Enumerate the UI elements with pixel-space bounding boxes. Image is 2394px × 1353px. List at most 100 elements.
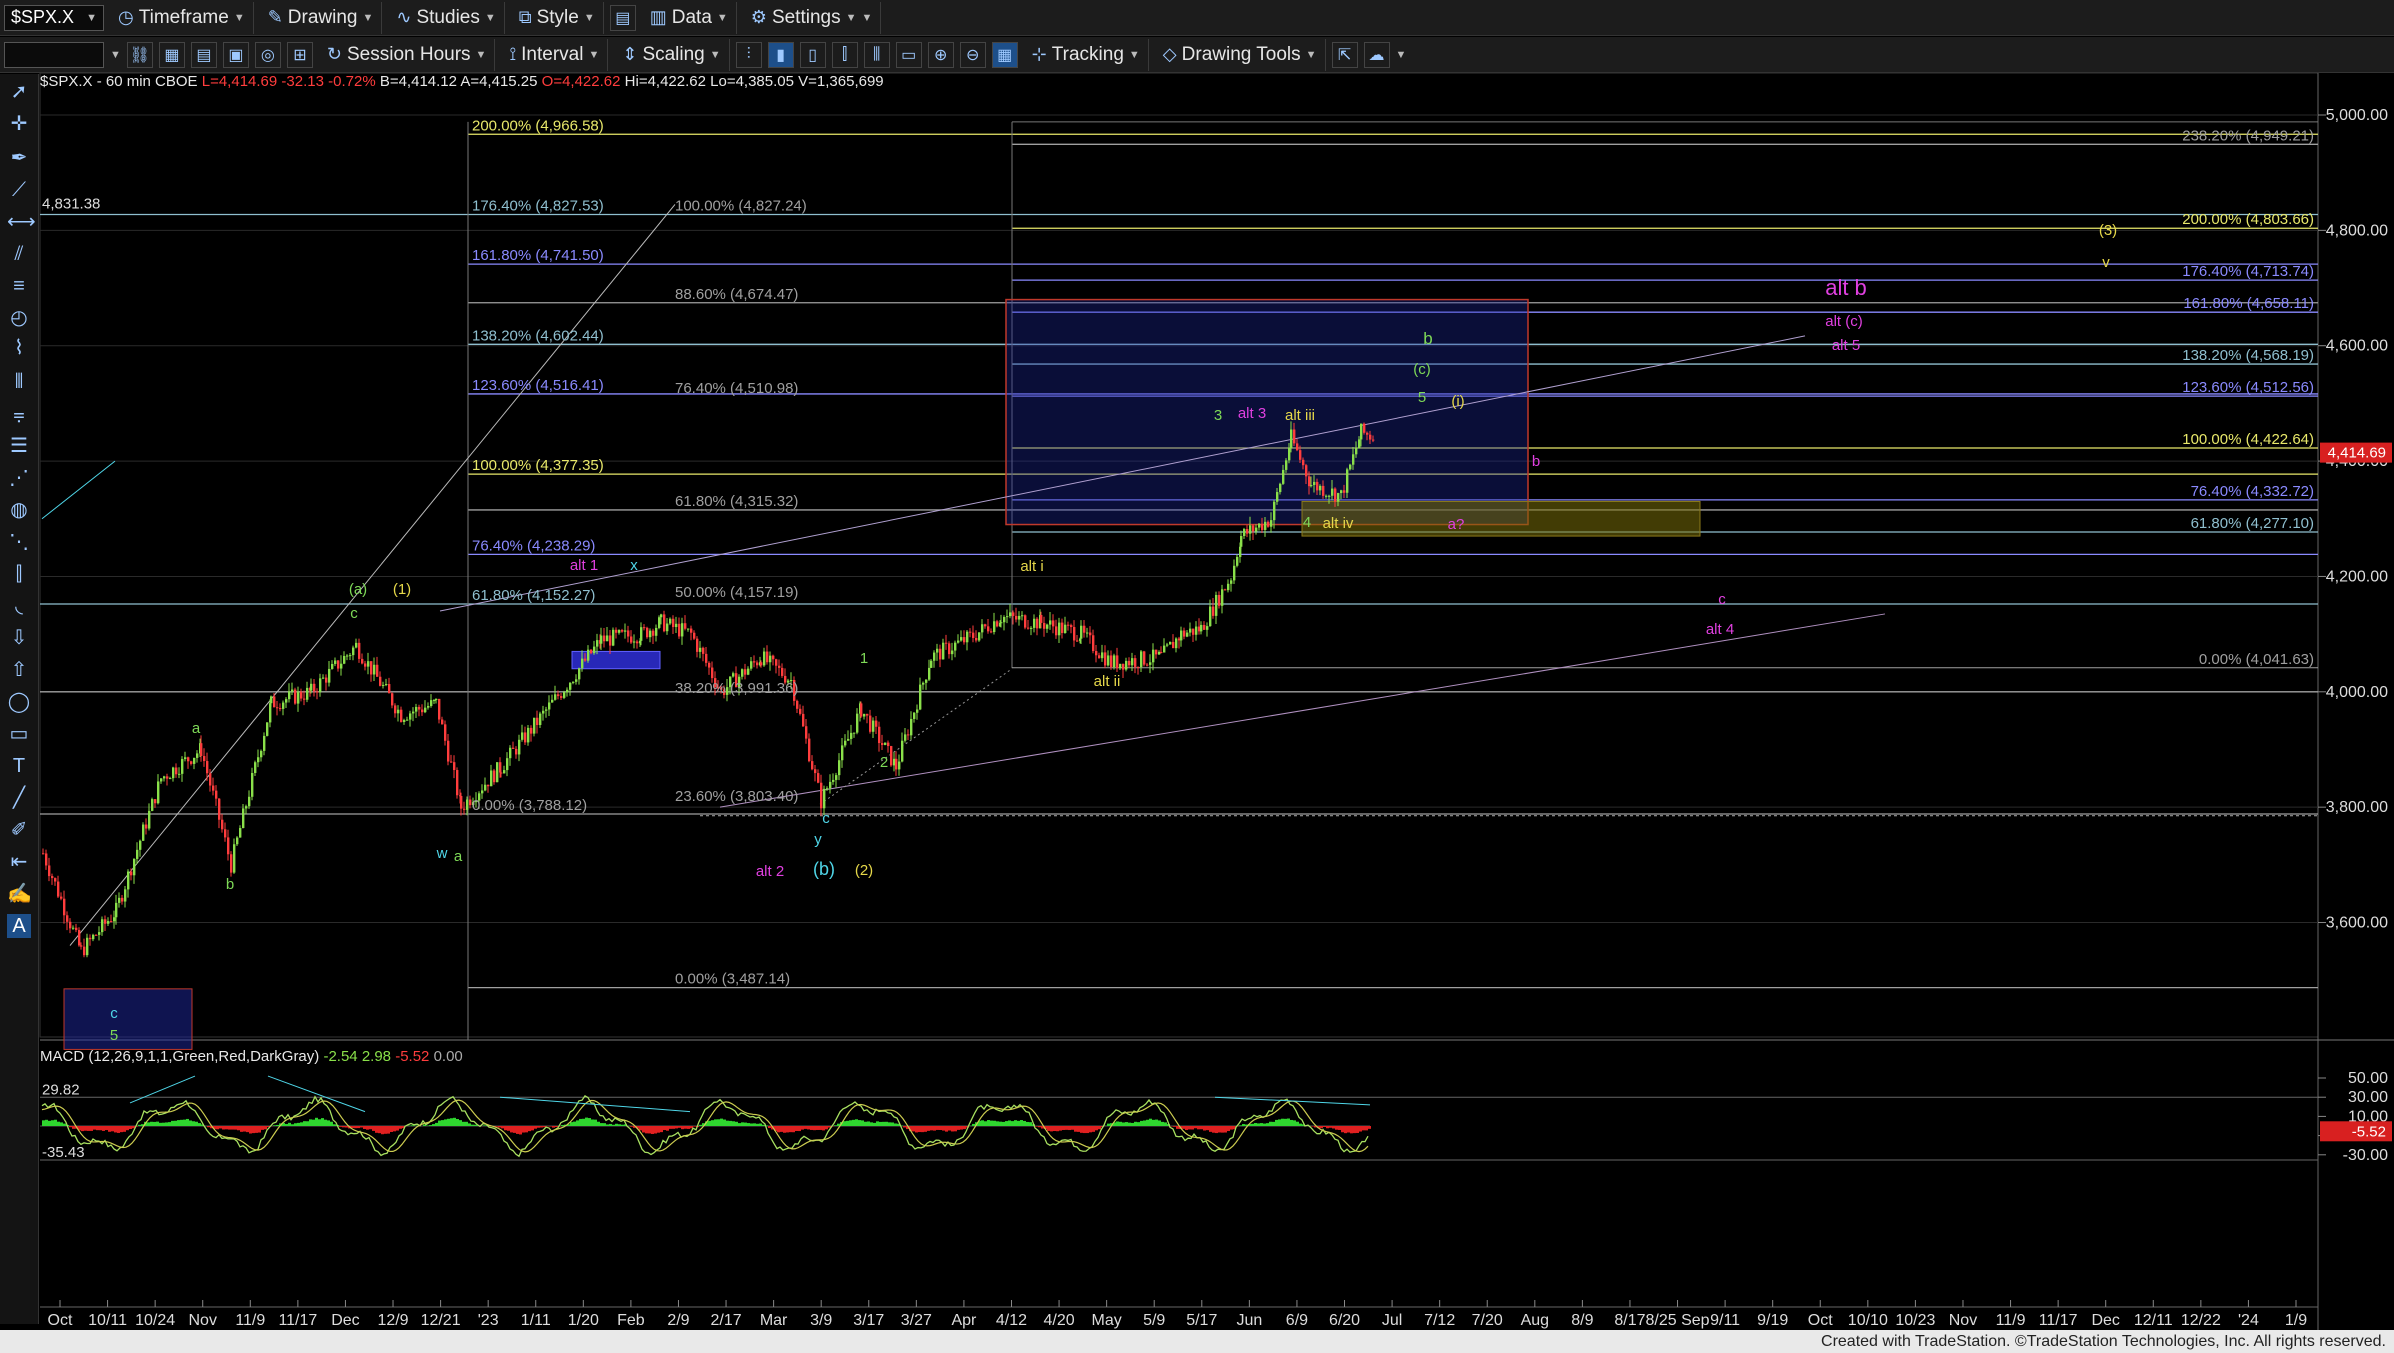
candle-body [424, 707, 427, 713]
macd-histogram-bar [621, 1124, 624, 1126]
macd-histogram-bar [1176, 1126, 1179, 1129]
candle-body [572, 681, 575, 683]
candle-body [512, 747, 515, 749]
candle-body [1180, 630, 1183, 641]
fib-label: 200.00% (4,966.58) [472, 117, 604, 134]
macd-histogram-bar [1035, 1126, 1038, 1127]
macd-histogram-bar [810, 1126, 813, 1130]
candle-body [506, 758, 509, 771]
time-axis[interactable]: Oct 10/11 10/24 Nov 11/9 11/17 Dec 12/9 12/21 '23… [48, 1300, 2308, 1329]
macd-histogram-bar [792, 1126, 795, 1133]
high-low-volume: Hi=4,422.62 Lo=4,385.05 V=1,365,699 [624, 73, 884, 90]
wave-label: 5 [110, 1027, 118, 1044]
time-tick-label: 11/17 [278, 1312, 317, 1329]
price-chart[interactable]: 200.00% (4,966.58) 176.40% (4,827.53) 100.… [0, 0, 2394, 1330]
candle-body [175, 767, 178, 775]
macd-histogram-bar [309, 1119, 312, 1126]
macd-histogram-bar [525, 1126, 528, 1133]
candle-body [133, 858, 136, 876]
time-tick-label: 8/9 [1571, 1312, 1593, 1329]
candle-body [441, 719, 444, 725]
macd-histogram-bar [183, 1119, 186, 1126]
candle-body [981, 624, 984, 633]
macd-histogram-bar [447, 1118, 450, 1126]
candle-body [1166, 644, 1169, 646]
candle-body [1215, 594, 1218, 616]
candle-body [303, 698, 306, 700]
macd-histogram-bar [669, 1126, 672, 1129]
price-axis[interactable]: 5,000.004,800.004,600.004,400.004,200.00… [2318, 107, 2388, 932]
macd-histogram-bar [1182, 1126, 1185, 1129]
macd-histogram-bar [738, 1123, 741, 1126]
macd-histogram-bar [957, 1126, 960, 1130]
time-tick-label: 10/11 [88, 1312, 127, 1329]
candle-body [358, 642, 361, 659]
macd-histogram-bar [81, 1126, 84, 1132]
candle-body [1305, 465, 1308, 477]
candle-body [1279, 483, 1282, 493]
macd-histogram-bar [255, 1126, 258, 1133]
candle-body [270, 696, 273, 704]
macd-histogram-bar [612, 1124, 615, 1126]
macd-histogram-bar [1203, 1126, 1206, 1131]
candle-body [860, 703, 863, 717]
fib-label: 123.60% (4,512.56) [2182, 379, 2314, 396]
candle-body [850, 732, 853, 739]
macd-histogram-bar [297, 1122, 300, 1126]
macd-histogram-bar [1272, 1121, 1275, 1126]
candle-body [1012, 612, 1015, 616]
macd-histogram-bar [393, 1126, 396, 1132]
candle-body [136, 849, 139, 859]
candle-body [1296, 443, 1299, 451]
fib-label: 61.80% (4,277.10) [2191, 515, 2314, 532]
candle-body [655, 627, 658, 636]
candle-body [1200, 624, 1203, 632]
macd-histogram-bar [744, 1122, 747, 1126]
macd-histogram-bar [249, 1126, 252, 1134]
candle-body [1137, 666, 1140, 668]
macd-histogram-bar [537, 1126, 540, 1128]
macd-histogram-bar [936, 1126, 939, 1130]
wave-label: (2) [855, 862, 873, 879]
time-tick-label: 8/25 Sep [1646, 1312, 1710, 1329]
candle-body [916, 709, 919, 713]
candle-body [763, 651, 766, 666]
candle-body [151, 799, 154, 811]
candle-body [169, 778, 172, 780]
candle-body [427, 706, 430, 708]
macd-histogram-bar [198, 1123, 201, 1126]
candle-body [306, 687, 309, 700]
candle-body [890, 746, 893, 766]
fib-label: 23.60% (3,803.40) [675, 788, 798, 805]
macd-histogram-bar [1221, 1126, 1224, 1133]
macd-histogram-bar [540, 1126, 543, 1128]
candle-body [239, 828, 242, 838]
candle-body [1243, 529, 1246, 537]
macd-histogram-bar [1365, 1126, 1368, 1131]
macd-histogram-bar [1008, 1120, 1011, 1126]
candle-body [1061, 622, 1064, 634]
candle-body [811, 761, 814, 770]
candle-body [566, 689, 569, 693]
candle-body [233, 844, 236, 873]
fibonacci-labels: 200.00% (4,966.58) 176.40% (4,827.53) 100.… [472, 117, 2314, 987]
macd-histogram-bar [462, 1121, 465, 1126]
macd-histogram-bar [585, 1117, 588, 1126]
macd-histogram-bar [1014, 1120, 1017, 1126]
macd-histogram-bar [90, 1126, 93, 1131]
candle-body [435, 698, 438, 701]
candle-body [430, 700, 433, 707]
candle-body [118, 897, 121, 903]
time-tick-label: 7/20 [1472, 1312, 1503, 1329]
fibonacci-levels [40, 121, 2318, 1040]
macd-axis[interactable]: 50.0030.0010.00-10.00-30.00 [2318, 1070, 2388, 1164]
macd-histogram-bar [651, 1126, 654, 1134]
target-zone-box [1005, 298, 1529, 526]
macd-histogram-bar [1266, 1123, 1269, 1126]
macd-histogram-bar [552, 1126, 555, 1128]
macd-histogram-bar [588, 1118, 591, 1126]
macd-histogram-bar [147, 1122, 150, 1126]
macd-histogram-bar [1356, 1126, 1359, 1133]
time-tick-label: 12/21 [421, 1312, 461, 1329]
candle-body [1149, 662, 1152, 665]
